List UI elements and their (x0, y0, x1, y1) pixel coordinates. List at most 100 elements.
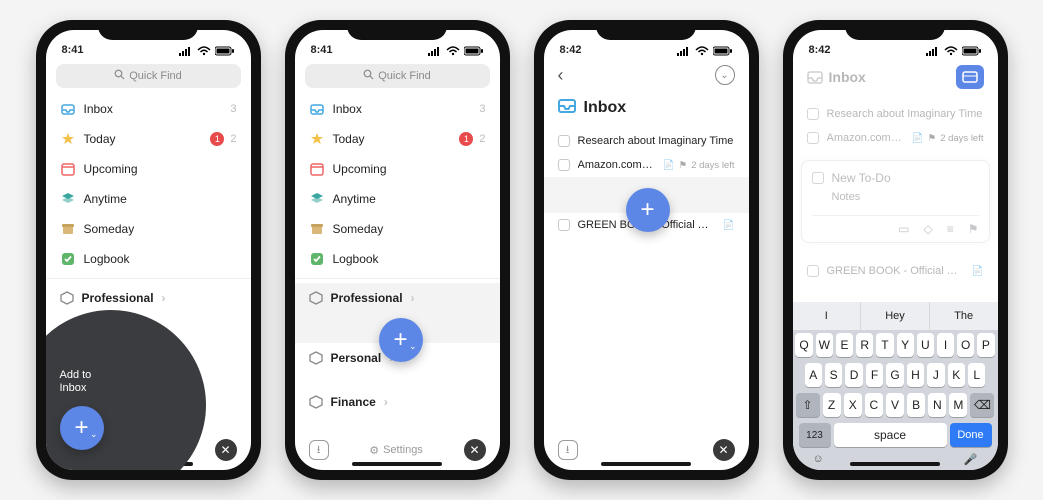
area-professional[interactable]: Professional › (295, 283, 500, 313)
nav-inbox[interactable]: Inbox 3 (295, 94, 500, 124)
checkbox[interactable] (558, 159, 570, 171)
checkbox[interactable] (807, 132, 819, 144)
add-button-dragging[interactable]: + (626, 188, 670, 232)
area-icon (309, 351, 323, 365)
close-button[interactable]: ✕ (713, 439, 735, 461)
num-key[interactable]: 123 (799, 423, 831, 447)
checklist-icon[interactable]: ≡ (947, 222, 954, 236)
key[interactable]: S (825, 363, 842, 387)
key[interactable]: E (836, 333, 853, 357)
suggestion-bar[interactable]: I Hey The (793, 302, 998, 330)
area-professional[interactable]: Professional › (46, 283, 251, 313)
key[interactable]: V (886, 393, 904, 417)
key[interactable]: D (845, 363, 862, 387)
nav-label: Someday (84, 222, 237, 236)
calendar-icon[interactable]: ▭ (898, 222, 909, 236)
nav-someday[interactable]: Someday (295, 214, 500, 244)
close-button[interactable]: ✕ (464, 439, 486, 461)
task-row[interactable]: Amazon.com Associat... 📄 ⚑ 2 days left (793, 126, 998, 150)
inbox-icon (807, 69, 823, 85)
key[interactable]: K (948, 363, 965, 387)
x-icon: ✕ (718, 443, 728, 457)
task-row[interactable]: Research about Imaginary Time (544, 129, 749, 153)
task-row[interactable]: GREEN BOOK - Official Trailer [HD... 📄 (793, 259, 998, 283)
space-key[interactable]: space (834, 423, 947, 447)
nav-today[interactable]: Today 1 2 (46, 124, 251, 154)
nav-logbook[interactable]: Logbook (295, 244, 500, 274)
done-key[interactable]: Done (950, 423, 992, 447)
home-indicator (850, 462, 940, 466)
close-button[interactable]: ✕ (215, 439, 237, 461)
key[interactable]: M (949, 393, 967, 417)
key[interactable]: Z (823, 393, 841, 417)
area-finance[interactable]: Finance › (295, 387, 500, 417)
nav-anytime[interactable]: Anytime (46, 184, 251, 214)
new-todo-card[interactable]: New To-Do Notes ▭ ◇ ≡ ⚑ (801, 160, 990, 243)
key[interactable]: W (816, 333, 833, 357)
nav-upcoming[interactable]: Upcoming (295, 154, 500, 184)
archive-button[interactable]: ⭳ (309, 440, 329, 460)
key[interactable]: R (856, 333, 873, 357)
key[interactable]: Q (795, 333, 812, 357)
key[interactable]: U (917, 333, 934, 357)
key[interactable]: H (907, 363, 924, 387)
flag-icon: ⚑ (679, 160, 688, 171)
add-button-dragging[interactable]: + ⌄ (379, 318, 423, 362)
key[interactable]: Y (897, 333, 914, 357)
cards-button[interactable] (956, 65, 984, 89)
checkbox[interactable] (558, 135, 570, 147)
nav-someday[interactable]: Someday (46, 214, 251, 244)
keyboard[interactable]: I Hey The Q W E R T Y U I O P A (793, 302, 998, 470)
suggestion[interactable]: The (930, 302, 998, 330)
task-row[interactable]: Research about Imaginary Time (793, 102, 998, 126)
key[interactable]: N (928, 393, 946, 417)
quick-find[interactable]: Quick Find (305, 64, 490, 88)
emoji-key[interactable]: ☺ (813, 453, 824, 466)
flag-icon[interactable]: ⚑ (968, 222, 979, 236)
nav-logbook[interactable]: Logbook (46, 244, 251, 274)
suggestion[interactable]: Hey (861, 302, 930, 330)
key-row-3: ⇧ Z X C V B N M ⌫ (793, 390, 998, 420)
key[interactable]: J (927, 363, 944, 387)
key[interactable]: C (865, 393, 883, 417)
title-text: Inbox (584, 99, 627, 117)
shift-key[interactable]: ⇧ (796, 393, 820, 417)
key[interactable]: G (886, 363, 903, 387)
battery-icon (464, 46, 484, 56)
nav-today[interactable]: Today 1 2 (295, 124, 500, 154)
key[interactable]: O (957, 333, 974, 357)
box-icon (309, 221, 325, 237)
back-button[interactable]: ‹ (558, 65, 564, 86)
key[interactable]: B (907, 393, 925, 417)
archive-button[interactable]: ⭳ (558, 440, 578, 460)
more-button[interactable]: ⌄ (715, 65, 735, 85)
nav-label: Today (333, 132, 452, 146)
nav-upcoming[interactable]: Upcoming (46, 154, 251, 184)
checkbox[interactable] (807, 265, 819, 277)
gear-icon: ⚙ (369, 444, 379, 457)
key[interactable]: F (866, 363, 883, 387)
backspace-key[interactable]: ⌫ (970, 393, 994, 417)
tag-icon[interactable]: ◇ (923, 222, 932, 236)
checkbox[interactable] (558, 219, 570, 231)
add-button[interactable]: + ⌄ (60, 406, 104, 450)
quick-find[interactable]: Quick Find (56, 64, 241, 88)
key[interactable]: X (844, 393, 862, 417)
suggestion[interactable]: I (793, 302, 862, 330)
task-row[interactable]: Amazon.com Associat... 📄 ⚑ 2 days left (544, 153, 749, 177)
mic-key[interactable]: 🎤 (964, 453, 978, 466)
nav-inbox[interactable]: Inbox 3 (46, 94, 251, 124)
note-icon: 📄 (972, 266, 984, 277)
checkbox[interactable] (807, 108, 819, 120)
phone-2: 8:41 Quick Find Inbox 3 Today (285, 20, 510, 480)
key[interactable]: T (876, 333, 893, 357)
settings-link[interactable]: ⚙ Settings (329, 444, 464, 457)
key[interactable]: I (937, 333, 954, 357)
task-title: Amazon.com Associat... (827, 132, 904, 144)
note-icon: 📄 (723, 220, 735, 231)
nav-anytime[interactable]: Anytime (295, 184, 500, 214)
key[interactable]: A (805, 363, 822, 387)
checkbox[interactable] (812, 172, 824, 184)
key[interactable]: L (968, 363, 985, 387)
key[interactable]: P (977, 333, 994, 357)
